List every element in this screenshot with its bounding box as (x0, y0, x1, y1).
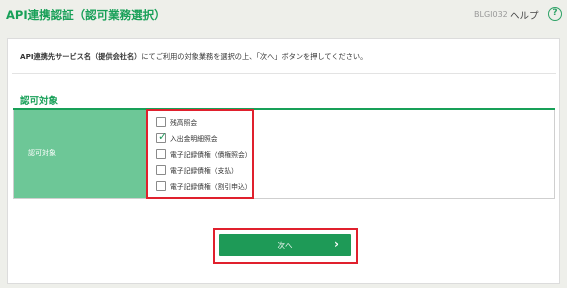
next-button[interactable]: 次へ › (219, 234, 351, 256)
section-title: 認可対象 (20, 96, 59, 107)
screen-id: BLGI032 (474, 10, 508, 19)
chevron-right-icon: › (334, 237, 339, 251)
instruction-rest: にてご利用の対象業務を選択の上、「次へ」ボタンを押してください。 (141, 52, 368, 61)
service-name: API連携先サービス名（提供会社名） (20, 52, 142, 61)
instruction-text: API連携先サービス名（提供会社名）にてご利用の対象業務を選択の上、「次へ」ボタ… (20, 52, 367, 62)
help-link[interactable]: ヘルプ (510, 8, 539, 22)
options-highlight-frame (146, 109, 254, 199)
table-label-cell: 認可対象 (14, 110, 147, 198)
table-label: 認可対象 (28, 149, 56, 157)
divider (12, 73, 556, 74)
page-header: API連携認証（認可業務選択） BLGI032 ヘルプ ? (0, 0, 567, 30)
authorization-table: 認可対象 残高照会 ✓ 入出金明細照会 電子記録債権（債権照会） 電子記録債権（… (13, 110, 555, 199)
next-button-label: 次へ (277, 241, 293, 250)
page-title: API連携認証（認可業務選択） (6, 8, 166, 22)
help-icon[interactable]: ? (548, 7, 562, 21)
